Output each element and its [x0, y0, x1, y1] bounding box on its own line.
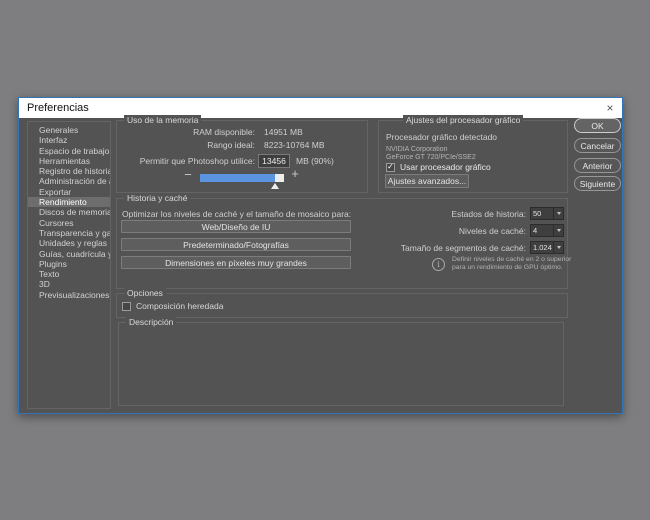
description-title: Descripción [126, 317, 176, 327]
cancel-button[interactable]: Cancelar [574, 138, 621, 153]
chevron-down-icon [553, 208, 563, 219]
sidebar: Generales Interfaz Espacio de trabajo He… [27, 121, 111, 409]
sidebar-item-generales[interactable]: Generales [28, 125, 110, 135]
next-button[interactable]: Siguiente [574, 176, 621, 191]
minus-icon[interactable]: − [181, 167, 195, 182]
sidebar-item-previsualizaciones[interactable]: Previsualizaciones de tecnología [28, 290, 110, 300]
options-section: Opciones Composición heredada [116, 293, 568, 318]
legacy-compositing-label: Composición heredada [136, 301, 223, 311]
sidebar-item-discos-de-memoria-virtual[interactable]: Discos de memoria virtual [28, 207, 110, 217]
legacy-compositing-checkbox[interactable] [122, 302, 131, 311]
preferences-dialog: Preferencias × Generales Interfaz Espaci… [18, 97, 623, 414]
chevron-down-icon [553, 225, 563, 236]
sidebar-item-cursores[interactable]: Cursores [28, 218, 110, 228]
gpu-section-title: Ajustes del procesador gráfico [403, 115, 523, 125]
description-section: Descripción [118, 322, 564, 406]
preset-web-button[interactable]: Web/Diseño de IU [121, 220, 351, 233]
sidebar-item-interfaz[interactable]: Interfaz [28, 135, 110, 145]
dialog-titlebar[interactable]: Preferencias × [19, 98, 622, 118]
sidebar-item-registro-de-historia[interactable]: Registro de historia [28, 166, 110, 176]
dialog-title: Preferencias [27, 102, 89, 114]
sidebar-item-exportar[interactable]: Exportar [28, 187, 110, 197]
optimize-label: Optimizar los niveles de caché y el tama… [122, 209, 351, 219]
ideal-range-row: Rango ideal: 8223-10764 MB [117, 140, 363, 150]
let-photoshop-use-row: Permitir que Photoshop utilice: MB (90%) [117, 154, 363, 168]
cache-tile-size-select[interactable]: 1.024 K [530, 241, 564, 254]
options-title: Opciones [124, 288, 166, 298]
close-icon[interactable]: × [602, 100, 618, 116]
ideal-range-value: 8223-10764 MB [264, 140, 325, 150]
sidebar-item-plugins[interactable]: Plugins [28, 259, 110, 269]
sidebar-item-herramientas[interactable]: Herramientas [28, 156, 110, 166]
history-states-select[interactable]: 50 [530, 207, 564, 220]
use-gpu-label: Usar procesador gráfico [400, 162, 491, 172]
sidebar-item-texto[interactable]: Texto [28, 269, 110, 279]
sidebar-item-espacio-de-trabajo[interactable]: Espacio de trabajo [28, 146, 110, 156]
check-icon: ✓ [387, 163, 394, 171]
preset-huge-pixels-button[interactable]: Dimensiones en píxeles muy grandes [121, 256, 351, 269]
plus-icon[interactable]: + [288, 166, 302, 181]
cache-info-text: Definir niveles de caché en 2 o superior… [452, 256, 578, 271]
sidebar-item-3d[interactable]: 3D [28, 279, 110, 289]
memory-slider[interactable] [200, 174, 284, 182]
use-gpu-checkbox[interactable]: ✓ [386, 163, 395, 172]
gpu-model: GeForce GT 720/PCIe/SSE2 [386, 154, 476, 161]
let-photoshop-use-label: Permitir que Photoshop utilice: [117, 156, 255, 166]
cache-tile-size-value: 1.024 K [531, 243, 553, 252]
memory-slider-fill [200, 174, 275, 182]
ram-available-value: 14951 MB [264, 127, 303, 137]
advanced-settings-button[interactable]: Ajustes avanzados... [385, 174, 469, 188]
info-icon: i [432, 258, 445, 271]
cache-tile-size-label: Tamaño de segmentos de caché: [401, 243, 526, 253]
history-cache-title: Historia y caché [124, 193, 190, 203]
sidebar-item-transparencia-y-gama[interactable]: Transparencia y gama [28, 228, 110, 238]
memory-section-title: Uso de la memoria [124, 115, 201, 125]
ram-available-row: RAM disponible: 14951 MB [117, 127, 363, 137]
gpu-detected-label: Procesador gráfico detectado [386, 132, 497, 142]
ok-button[interactable]: OK [574, 118, 621, 133]
preset-default-button[interactable]: Predeterminado/Fotografías [121, 238, 351, 251]
history-states-value: 50 [531, 209, 553, 218]
memory-unit-label: MB (90%) [296, 156, 334, 166]
previous-button[interactable]: Anterior [574, 158, 621, 173]
memory-slider-thumb[interactable] [271, 183, 279, 189]
cache-levels-select[interactable]: 4 [530, 224, 564, 237]
gpu-section: Ajustes del procesador gráfico Procesado… [378, 120, 568, 193]
ideal-range-label: Rango ideal: [117, 140, 255, 150]
history-cache-section: Historia y caché Optimizar los niveles d… [116, 198, 568, 289]
cache-levels-label: Niveles de caché: [459, 226, 526, 236]
sidebar-item-guias-cuadricula-y-sectores[interactable]: Guías, cuadrícula y sectores [28, 249, 110, 259]
history-states-label: Estados de historia: [451, 209, 526, 219]
cache-levels-value: 4 [531, 226, 553, 235]
sidebar-item-administracion-de-archivos[interactable]: Administración de archivos [28, 176, 110, 186]
memory-amount-input[interactable] [258, 154, 290, 168]
sidebar-item-unidades-y-reglas[interactable]: Unidades y reglas [28, 238, 110, 248]
gpu-vendor: NVIDIA Corporation [386, 146, 447, 153]
sidebar-item-rendimiento[interactable]: Rendimiento [28, 197, 110, 207]
chevron-down-icon [553, 242, 563, 253]
ram-available-label: RAM disponible: [117, 127, 255, 137]
memory-section: Uso de la memoria RAM disponible: 14951 … [116, 120, 368, 193]
